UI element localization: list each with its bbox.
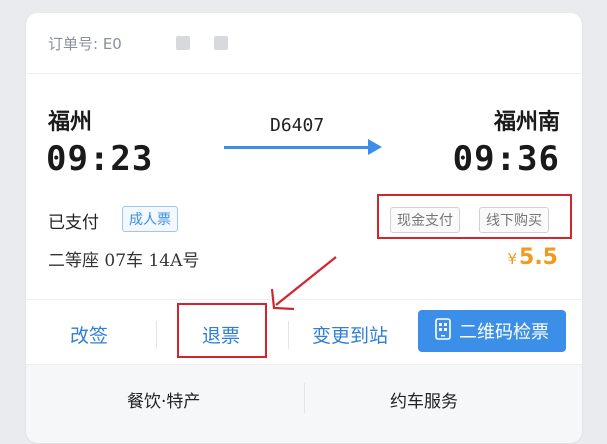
divider bbox=[156, 321, 157, 349]
departure-station: 福州 bbox=[48, 109, 93, 135]
ticket-price: ¥5.5 bbox=[507, 245, 558, 270]
route-arrow-icon bbox=[368, 139, 382, 155]
train-number: D6407 bbox=[270, 115, 325, 136]
order-number-row: 订单号: E0 bbox=[26, 13, 582, 74]
payment-status: 已支付 bbox=[48, 213, 99, 233]
departure-time: 09:23 bbox=[46, 139, 154, 179]
purchase-channel-tag: 线下购买 bbox=[479, 207, 549, 233]
divider bbox=[288, 321, 289, 349]
annotation-arrow-icon bbox=[270, 256, 337, 311]
ticket-card: 订单号: E0 福州 福州南 09:23 09:36 D6407 已支付 成人票… bbox=[26, 13, 582, 443]
car-service-button[interactable]: 约车服务 bbox=[390, 387, 458, 412]
phone-qr-icon bbox=[435, 317, 451, 345]
qr-code-check-in-label: 二维码检票 bbox=[459, 322, 549, 343]
ticket-type-badge: 成人票 bbox=[122, 206, 178, 232]
qr-code-check-in-button[interactable]: 二维码检票 bbox=[418, 310, 566, 352]
redacted-mask bbox=[176, 36, 190, 50]
change-destination-button[interactable]: 变更到站 bbox=[312, 321, 388, 348]
divider bbox=[304, 383, 305, 413]
arrival-station: 福州南 bbox=[493, 109, 560, 135]
payment-method-tag: 现金支付 bbox=[390, 207, 460, 233]
catering-service-button[interactable]: 餐饮·特产 bbox=[127, 387, 200, 412]
seat-info: 二等座 07车 14A号 bbox=[48, 251, 200, 271]
refund-ticket-button[interactable]: 退票 bbox=[202, 321, 240, 348]
order-number-label: 订单号: E0 bbox=[48, 35, 122, 53]
redacted-mask bbox=[214, 36, 228, 50]
route-arrow-line bbox=[224, 146, 370, 149]
price-value: 5.5 bbox=[519, 245, 558, 270]
arrival-time: 09:36 bbox=[452, 139, 560, 179]
price-currency: ¥ bbox=[507, 250, 518, 268]
change-ticket-button[interactable]: 改签 bbox=[70, 321, 108, 348]
